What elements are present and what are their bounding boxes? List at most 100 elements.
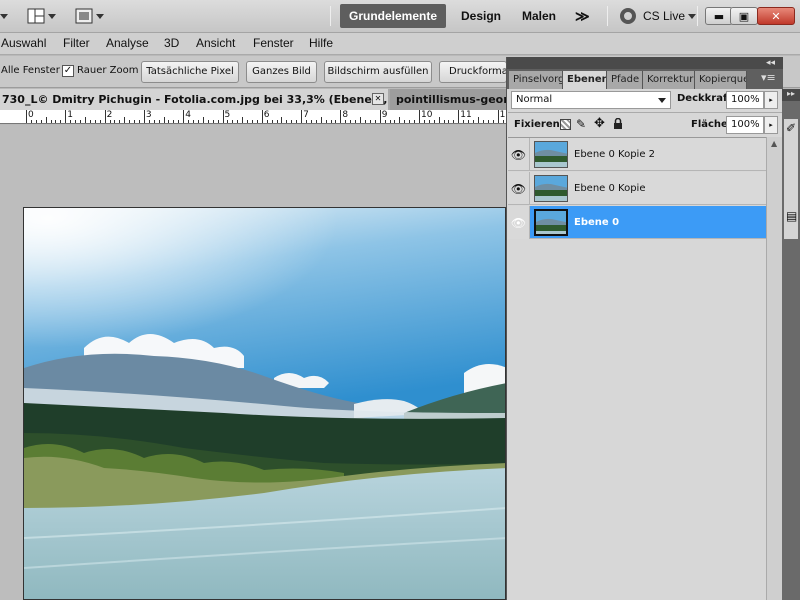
- layers-scrollbar[interactable]: ▲: [766, 137, 783, 600]
- lock-pixels-icon[interactable]: ✎: [576, 117, 586, 131]
- ruler-tick: [261, 110, 263, 123]
- layer-row[interactable]: 👁 Ebene 0 Kopie: [508, 172, 766, 205]
- expand-dock-icon[interactable]: ▸▸: [782, 89, 800, 101]
- ruler-tick: [374, 120, 376, 123]
- all-windows-option[interactable]: Alle Fenster: [1, 65, 60, 76]
- ruler-tick: [168, 120, 170, 123]
- ruler-label: 11: [460, 110, 472, 120]
- lock-label: Fixieren:: [514, 119, 564, 130]
- ruler-tick: [453, 120, 455, 123]
- ruler-tick: [227, 120, 229, 123]
- collapse-panel-icon[interactable]: ◂◂: [766, 57, 775, 69]
- menu-analysis[interactable]: Analyse: [106, 36, 149, 50]
- screen-mode-button[interactable]: [75, 6, 105, 26]
- eye-icon: 👁: [510, 215, 527, 230]
- panel-menu-icon[interactable]: ▾≡: [761, 71, 776, 84]
- document-tab-title: pointillismus-george: [396, 93, 506, 106]
- ruler-tick: [114, 120, 116, 123]
- actual-pixels-button[interactable]: Tatsächliche Pixel: [141, 61, 239, 83]
- fill-input[interactable]: 100%: [726, 116, 764, 134]
- ruler-tick: [458, 110, 460, 123]
- dock-tools-strip[interactable]: ✐ ▤: [784, 119, 798, 239]
- menu-help[interactable]: Hilfe: [309, 36, 333, 50]
- tab-brush-presets[interactable]: Pinselvorg: [509, 71, 563, 89]
- more-workspaces-button[interactable]: ≫: [566, 4, 599, 28]
- fill-screen-button[interactable]: Bildschirm ausfüllen: [324, 61, 432, 83]
- launch-bridge-button[interactable]: [0, 6, 16, 26]
- restore-button[interactable]: ▣: [730, 7, 758, 25]
- document-image[interactable]: [23, 207, 506, 600]
- opacity-slider-button[interactable]: ▸: [764, 91, 778, 109]
- chevron-down-icon: [0, 13, 8, 19]
- ruler-tick: [301, 110, 303, 123]
- ruler-tick: [296, 120, 298, 123]
- layer-row-selected[interactable]: 👁 Ebene 0: [508, 206, 766, 239]
- workspace-design[interactable]: Design: [452, 4, 510, 28]
- tab-clone-source[interactable]: Kopierque: [695, 71, 747, 89]
- screen-mode-icon: [75, 8, 93, 24]
- lock-all-icon[interactable]: [613, 118, 623, 130]
- layer-name: Ebene 0 Kopie 2: [574, 149, 656, 160]
- document-tab-second[interactable]: pointillismus-george: [390, 89, 506, 110]
- ruler-tick: [80, 120, 82, 123]
- ruler-tick: [492, 120, 494, 123]
- ruler-label: 4: [185, 110, 191, 120]
- ruler-tick: [50, 120, 52, 123]
- menu-window[interactable]: Fenster: [253, 36, 294, 50]
- ruler-tick: [320, 117, 322, 123]
- ruler-tick: [40, 120, 42, 123]
- ruler-tick: [355, 120, 357, 123]
- ruler-label: 10: [421, 110, 433, 120]
- ruler-tick: [26, 110, 27, 123]
- arrange-documents-button[interactable]: [27, 6, 57, 26]
- lock-transparency-icon[interactable]: [560, 119, 571, 130]
- visibility-toggle[interactable]: 👁: [508, 206, 530, 239]
- ruler-tick: [129, 120, 131, 123]
- close-window-button[interactable]: ✕: [757, 7, 795, 25]
- workspace-essentials[interactable]: Grundelemente: [340, 4, 447, 28]
- opacity-input[interactable]: 100%: [726, 91, 764, 109]
- scrubby-zoom-checkbox[interactable]: ✓: [62, 65, 74, 77]
- minimize-button[interactable]: ▬: [705, 7, 733, 25]
- menu-select[interactable]: Auswahl: [1, 36, 46, 50]
- fill-slider-button[interactable]: ▸: [764, 116, 778, 134]
- layer-row[interactable]: 👁 Ebene 0 Kopie 2: [508, 138, 766, 171]
- ruler-tick: [124, 117, 126, 123]
- ruler-tick: [94, 120, 96, 123]
- eye-icon: 👁: [510, 147, 527, 162]
- ruler-tick: [360, 117, 362, 123]
- scroll-up-icon[interactable]: ▲: [771, 139, 777, 148]
- scrubby-zoom-label: Rauer Zoom: [77, 65, 139, 76]
- tab-layers[interactable]: Ebenen: [563, 71, 607, 89]
- layer-name: Ebene 0 Kopie: [574, 183, 646, 194]
- ruler-tick: [463, 120, 465, 123]
- divider: [508, 112, 782, 113]
- menu-view[interactable]: Ansicht: [196, 36, 235, 50]
- ruler-label: 3: [145, 110, 152, 120]
- lock-position-icon[interactable]: ✥: [594, 116, 605, 131]
- layers-panel: ◂◂ Pinselvorg Ebenen Pfade Korrektur Kop…: [506, 57, 783, 600]
- ruler-tick: [256, 120, 258, 123]
- ruler-tick: [487, 120, 489, 123]
- visibility-toggle[interactable]: 👁: [508, 172, 530, 205]
- menu-filter[interactable]: Filter: [63, 36, 90, 50]
- ruler-tick: [281, 117, 283, 123]
- close-tab-button[interactable]: ✕: [372, 93, 384, 105]
- ruler-tick: [35, 120, 37, 123]
- tab-paths[interactable]: Pfade: [607, 71, 643, 89]
- document-tab-active[interactable]: 730_L© Dmitry Pichugin - Fotolia.com.jpg…: [0, 89, 388, 110]
- print-size-button[interactable]: Druckformat: [439, 61, 507, 83]
- ruler-label: 1: [67, 110, 74, 120]
- ruler-tick: [409, 120, 411, 123]
- menu-3d[interactable]: 3D: [164, 36, 179, 50]
- ruler-tick: [65, 110, 67, 123]
- workspace-painting[interactable]: Malen: [513, 4, 565, 28]
- tab-adjustments[interactable]: Korrektur: [643, 71, 695, 89]
- ruler-tick: [306, 120, 307, 123]
- cs-live-menu[interactable]: CS Live: [643, 9, 697, 23]
- blend-mode-select[interactable]: Normal: [511, 91, 671, 109]
- cs-live-icon: [620, 8, 636, 24]
- ruler-tick: [163, 117, 165, 123]
- fit-screen-button[interactable]: Ganzes Bild: [246, 61, 317, 83]
- visibility-toggle[interactable]: 👁: [508, 138, 530, 171]
